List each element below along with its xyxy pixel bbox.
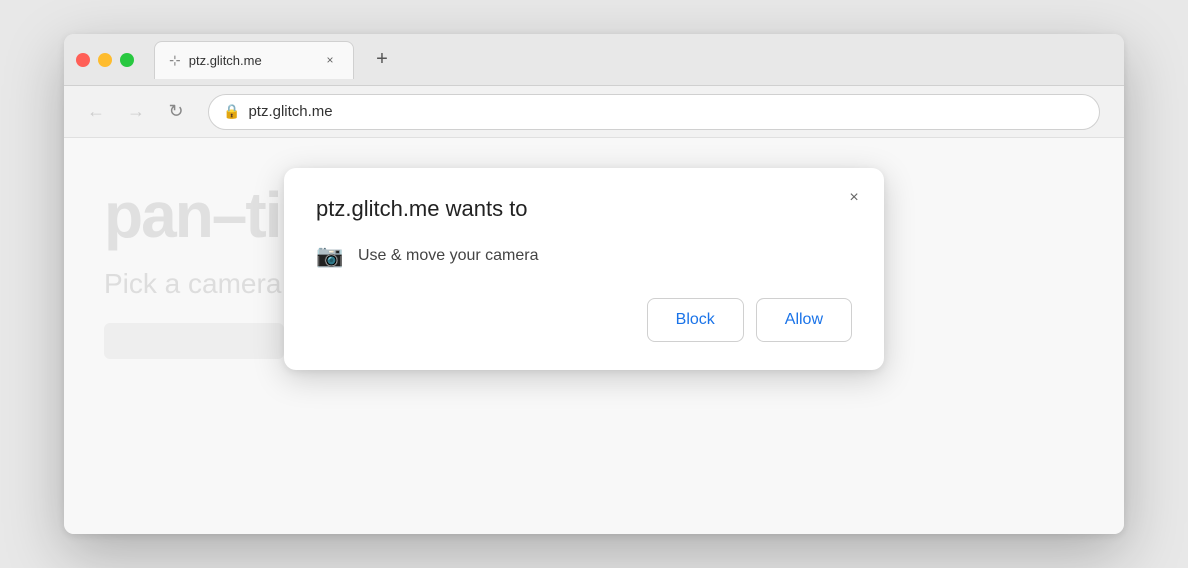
browser-tab[interactable]: ⊹ ptz.glitch.me × xyxy=(154,41,354,79)
address-bar[interactable]: 🔒 ptz.glitch.me xyxy=(208,94,1100,130)
back-button[interactable]: ← xyxy=(80,96,112,128)
minimize-button[interactable] xyxy=(98,53,112,67)
lock-icon: 🔒 xyxy=(223,103,240,120)
dialog-actions: Block Allow xyxy=(316,298,852,342)
close-button[interactable] xyxy=(76,53,90,67)
tab-title: ptz.glitch.me xyxy=(189,53,313,68)
page-bg-select xyxy=(104,323,284,359)
camera-icon: 📷 xyxy=(316,242,344,270)
title-bar: ⊹ ptz.glitch.me × + xyxy=(64,34,1124,86)
maximize-button[interactable] xyxy=(120,53,134,67)
page-bg-title: pan–til xyxy=(104,178,296,252)
block-button[interactable]: Block xyxy=(647,298,744,342)
url-display: ptz.glitch.me xyxy=(248,103,332,120)
new-tab-button[interactable]: + xyxy=(366,44,398,76)
reload-button[interactable]: ↻ xyxy=(160,96,192,128)
drag-icon: ⊹ xyxy=(169,52,181,69)
permission-text: Use & move your camera xyxy=(358,247,539,265)
dialog-close-button[interactable]: × xyxy=(840,184,868,212)
tab-close-button[interactable]: × xyxy=(321,51,339,69)
page-content: pan–til Pick a camera × ptz.glitch.me wa… xyxy=(64,138,1124,534)
permission-dialog: × ptz.glitch.me wants to 📷 Use & move yo… xyxy=(284,168,884,370)
permission-item: 📷 Use & move your camera xyxy=(316,242,852,270)
nav-bar: ← → ↻ 🔒 ptz.glitch.me xyxy=(64,86,1124,138)
browser-window: ⊹ ptz.glitch.me × + ← → ↻ 🔒 ptz.glitch.m… xyxy=(64,34,1124,534)
forward-button[interactable]: → xyxy=(120,96,152,128)
allow-button[interactable]: Allow xyxy=(756,298,852,342)
page-bg-subtitle: Pick a camera xyxy=(104,268,281,300)
dialog-title: ptz.glitch.me wants to xyxy=(316,196,852,222)
traffic-lights xyxy=(76,53,134,67)
